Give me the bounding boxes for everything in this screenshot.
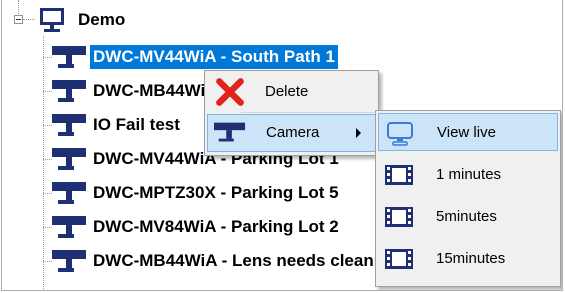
submenu-item[interactable]: 15minutes: [378, 240, 558, 278]
menu-item-camera-label: Camera: [266, 124, 320, 141]
tree-item-label: IO Fail test: [93, 115, 180, 134]
camera-icon: [52, 78, 86, 104]
menu-item-camera[interactable]: Camera: [207, 114, 376, 152]
camera-icon: [52, 248, 86, 274]
tree-item-camera[interactable]: DWC-MV44WiA - South Path 1: [2, 42, 562, 72]
tree-item-label: DWC-MV84WiA - Parking Lot 2: [93, 217, 339, 236]
menu-item-delete[interactable]: Delete: [207, 73, 376, 111]
submenu-item-label: 15minutes: [436, 250, 506, 267]
submenu-item-label: 5minutes: [436, 208, 497, 225]
submenu-item[interactable]: 1 minutes: [378, 156, 558, 194]
submenu-item[interactable]: 5minutes: [378, 198, 558, 236]
tree-collapse-toggle[interactable]: [14, 15, 23, 24]
tree-connector: [23, 19, 35, 20]
camera-icon: [52, 214, 86, 240]
tree-connector: [18, 0, 19, 14]
menu-item-delete-label: Delete: [265, 83, 309, 100]
computer-icon: [40, 8, 64, 32]
context-menu: Delete Camera: [204, 70, 379, 156]
film-icon: [384, 205, 414, 234]
camera-icon: [52, 112, 86, 138]
submenu-item-label: View live: [437, 124, 496, 141]
tree-root-label[interactable]: Demo: [78, 10, 125, 30]
film-icon: [384, 247, 414, 276]
submenu-item[interactable]: View live: [378, 113, 558, 151]
device-tree-panel: Demo DWC-MV44WiA - South Path 1 DWC-MB44W…: [1, 0, 563, 291]
camera-icon: [52, 44, 86, 70]
camera-icon: [52, 180, 86, 206]
film-icon: [384, 163, 414, 192]
tree-item-label: DWC-MV44WiA - South Path 1: [90, 45, 338, 69]
delete-icon: [216, 78, 244, 106]
camera-icon: [214, 122, 246, 142]
monitor-icon: [385, 121, 415, 152]
submenu-item-label: 1 minutes: [436, 166, 502, 183]
tree-item-label: DWC-MPTZ30X - Parking Lot 5: [93, 183, 339, 202]
camera-icon: [52, 146, 86, 172]
menu-separator: [241, 112, 374, 113]
tree-item-label: DWC-MB44WiA - Lens needs cleaning: [93, 251, 400, 270]
submenu-arrow-icon: [356, 128, 361, 138]
camera-submenu: View live 1 minutes 5minutes 15minutes: [375, 110, 561, 287]
